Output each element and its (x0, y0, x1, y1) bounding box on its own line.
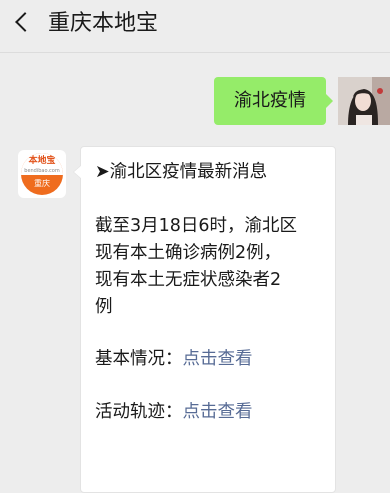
user-message-text: 渝北疫情 (234, 90, 306, 111)
body-line-3: 现有本土无症状感染者2 (95, 270, 282, 290)
track-label: 活动轨迹： (95, 402, 183, 422)
basic-info-row: 基本情况：点击查看 (95, 347, 253, 371)
bendibao-logo: 本地宝 bendibao.com 重庆 (21, 153, 63, 195)
chat-title: 重庆本地宝 (48, 11, 159, 36)
user-avatar[interactable] (338, 77, 390, 125)
body-line-4: 例 (95, 297, 113, 317)
body-line-1: 截至3月18日6时，渝北区 (95, 216, 298, 236)
user-message-bubble[interactable]: 渝北疫情 (214, 77, 333, 125)
user-avatar-photo (338, 77, 390, 125)
logo-brand-text: 本地宝 (28, 156, 56, 166)
track-row: 活动轨迹：点击查看 (95, 400, 253, 424)
body-line-2: 现有本土确诊病例2例， (95, 243, 282, 263)
basic-info-label: 基本情况： (95, 349, 183, 369)
basic-info-link[interactable]: 点击查看 (183, 349, 253, 369)
logo-city-text: 重庆 (34, 179, 50, 188)
chat-header: 重庆本地宝 (0, 0, 390, 53)
bot-avatar[interactable]: 本地宝 bendibao.com 重庆 (18, 150, 66, 198)
logo-url-text: bendibao.com (24, 168, 60, 174)
track-link[interactable]: 点击查看 (183, 402, 253, 422)
card-headline: ➤渝北区疫情最新消息 (95, 162, 268, 182)
bot-message-card[interactable]: ➤渝北区疫情最新消息 截至3月18日6时，渝北区 现有本土确诊病例2例， 现有本… (73, 146, 336, 493)
back-arrow-icon[interactable] (15, 12, 35, 32)
